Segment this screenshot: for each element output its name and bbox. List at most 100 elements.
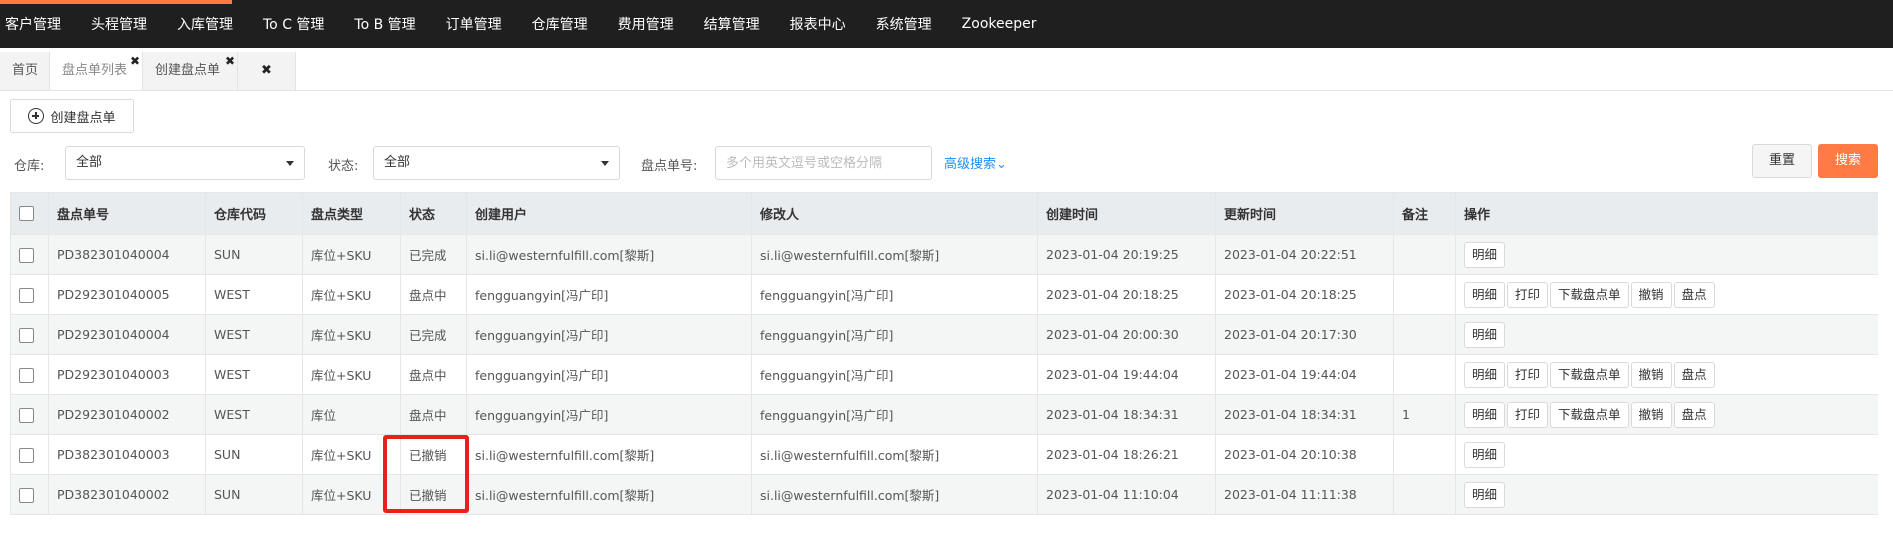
nav-item[interactable]: 头程管理 [76, 14, 162, 34]
advanced-search-link[interactable]: 高级搜索⌄ [944, 153, 1007, 172]
row-checkbox[interactable] [19, 407, 34, 423]
created-time-cell: 2023-01-04 20:00:30 [1037, 314, 1216, 355]
download-button[interactable]: 下载盘点单 [1550, 281, 1629, 308]
row-checkbox[interactable] [19, 367, 34, 383]
order-no-cell: PD382301040002 [48, 474, 206, 515]
top-nav: 客户管理 头程管理 入库管理 To C 管理 To B 管理 订单管理 仓库管理 费用管理 结算… [0, 0, 1893, 48]
status-cell: 已完成 [400, 234, 467, 275]
tab-create-inventory[interactable]: 创建盘点单 ✖ [143, 52, 238, 90]
cancel-button[interactable]: 撤销 [1630, 401, 1672, 428]
detail-button[interactable]: 明细 [1464, 441, 1506, 468]
remark-cell [1393, 234, 1456, 275]
close-icon[interactable]: ✖ [225, 42, 235, 80]
detail-button[interactable]: 明细 [1464, 401, 1506, 428]
modifier-cell: fengguangyin[冯广印] [751, 314, 1038, 355]
actions-cell: 明细 [1455, 474, 1878, 515]
caret-down-icon [286, 161, 294, 166]
detail-button[interactable]: 明细 [1464, 481, 1506, 508]
print-button[interactable]: 打印 [1507, 401, 1549, 428]
detail-button[interactable]: 明细 [1464, 281, 1506, 308]
print-button[interactable]: 打印 [1507, 281, 1549, 308]
creator-cell: si.li@westernfulfill.com[黎斯] [466, 434, 752, 475]
row-checkbox[interactable] [19, 487, 34, 503]
row-select-cell [10, 314, 49, 355]
col-count-type: 盘点类型 [302, 192, 401, 235]
select-all-checkbox[interactable] [19, 206, 34, 221]
col-order-no: 盘点单号 [48, 192, 206, 235]
create-inventory-button[interactable]: 创建盘点单 [10, 99, 134, 133]
nav-item[interactable]: 订单管理 [431, 14, 517, 34]
caret-down-icon [601, 161, 609, 166]
order-no-cell: PD382301040003 [48, 434, 206, 475]
updated-time-cell: 2023-01-04 20:18:25 [1215, 274, 1394, 315]
row-select-cell [10, 234, 49, 275]
actions-cell: 明细 打印 下载盘点单 撤销 盘点 [1455, 274, 1878, 315]
nav-item[interactable]: To C 管理 [248, 14, 339, 34]
remark-cell [1393, 354, 1456, 395]
nav-item[interactable]: To B 管理 [339, 14, 430, 34]
count-type-cell: 库位+SKU [302, 234, 401, 275]
nav-item[interactable]: 结算管理 [689, 14, 775, 34]
warehouse-code-cell: WEST [205, 354, 303, 395]
row-select-cell [10, 274, 49, 315]
inventory-table-wrapper: 盘点单号 仓库代码 盘点类型 状态 创建用户 修改人 创建时间 更新时间 备注 … [10, 192, 1878, 534]
nav-item[interactable]: 费用管理 [603, 14, 689, 34]
count-type-cell: 库位+SKU [302, 434, 401, 475]
updated-time-cell: 2023-01-04 11:11:38 [1215, 474, 1394, 515]
row-checkbox[interactable] [19, 327, 34, 343]
count-button[interactable]: 盘点 [1673, 401, 1715, 428]
col-creator: 创建用户 [466, 192, 752, 235]
nav-item[interactable]: 客户管理 [0, 14, 76, 34]
reset-button[interactable]: 重置 [1752, 144, 1812, 178]
close-all-tabs-button[interactable]: ✖ [238, 52, 296, 90]
cancel-button[interactable]: 撤销 [1630, 281, 1672, 308]
col-remark: 备注 [1393, 192, 1456, 235]
warehouse-code-cell: WEST [205, 274, 303, 315]
inventory-table: 盘点单号 仓库代码 盘点类型 状态 创建用户 修改人 创建时间 更新时间 备注 … [10, 192, 1878, 515]
status-cell: 盘点中 [400, 274, 467, 315]
modifier-cell: si.li@westernfulfill.com[黎斯] [751, 434, 1038, 475]
nav-item[interactable]: 仓库管理 [517, 14, 603, 34]
creator-cell: fengguangyin[冯广印] [466, 314, 752, 355]
status-select[interactable]: 全部 [373, 146, 620, 180]
created-time-cell: 2023-01-04 20:18:25 [1037, 274, 1216, 315]
nav-item[interactable]: 报表中心 [775, 14, 861, 34]
warehouse-code-cell: WEST [205, 394, 303, 435]
count-button[interactable]: 盘点 [1673, 281, 1715, 308]
status-cell: 已撤销 [400, 474, 467, 515]
row-checkbox[interactable] [19, 247, 34, 263]
warehouse-label: 仓库: [14, 159, 45, 174]
nav-item[interactable]: Zookeeper [947, 16, 1052, 32]
creator-cell: si.li@westernfulfill.com[黎斯] [466, 474, 752, 515]
order-no-input[interactable] [715, 146, 932, 180]
created-time-cell: 2023-01-04 18:26:21 [1037, 434, 1216, 475]
count-type-cell: 库位+SKU [302, 274, 401, 315]
detail-button[interactable]: 明细 [1464, 321, 1506, 348]
row-checkbox[interactable] [19, 447, 34, 463]
tab-inventory-list[interactable]: 盘点单列表 ✖ [50, 52, 143, 90]
detail-button[interactable]: 明细 [1464, 361, 1506, 388]
advanced-search-label: 高级搜索 [944, 157, 997, 172]
tab-inventory-list-label: 盘点单列表 [62, 63, 128, 78]
detail-button[interactable]: 明细 [1464, 241, 1506, 268]
cancel-button[interactable]: 撤销 [1630, 361, 1672, 388]
warehouse-code-cell: SUN [205, 234, 303, 275]
row-select-cell [10, 434, 49, 475]
nav-item[interactable]: 系统管理 [861, 14, 947, 34]
nav-item[interactable]: 入库管理 [162, 14, 248, 34]
table-row: PD292301040002 WEST 库位 盘点中 fengguangyin[冯广印]… [10, 394, 1878, 435]
select-all-cell [10, 192, 49, 235]
tab-home-label: 首页 [12, 63, 39, 78]
download-button[interactable]: 下载盘点单 [1550, 361, 1629, 388]
warehouse-select[interactable]: 全部 [65, 146, 305, 180]
tab-create-inventory-label: 创建盘点单 [155, 63, 221, 78]
close-icon[interactable]: ✖ [130, 42, 140, 80]
row-checkbox[interactable] [19, 287, 34, 303]
close-icon: ✖ [261, 63, 272, 78]
tab-home[interactable]: 首页 [0, 52, 50, 90]
search-button[interactable]: 搜索 [1818, 144, 1878, 178]
download-button[interactable]: 下载盘点单 [1550, 401, 1629, 428]
count-button[interactable]: 盘点 [1673, 361, 1715, 388]
print-button[interactable]: 打印 [1507, 361, 1549, 388]
count-type-cell: 库位+SKU [302, 474, 401, 515]
